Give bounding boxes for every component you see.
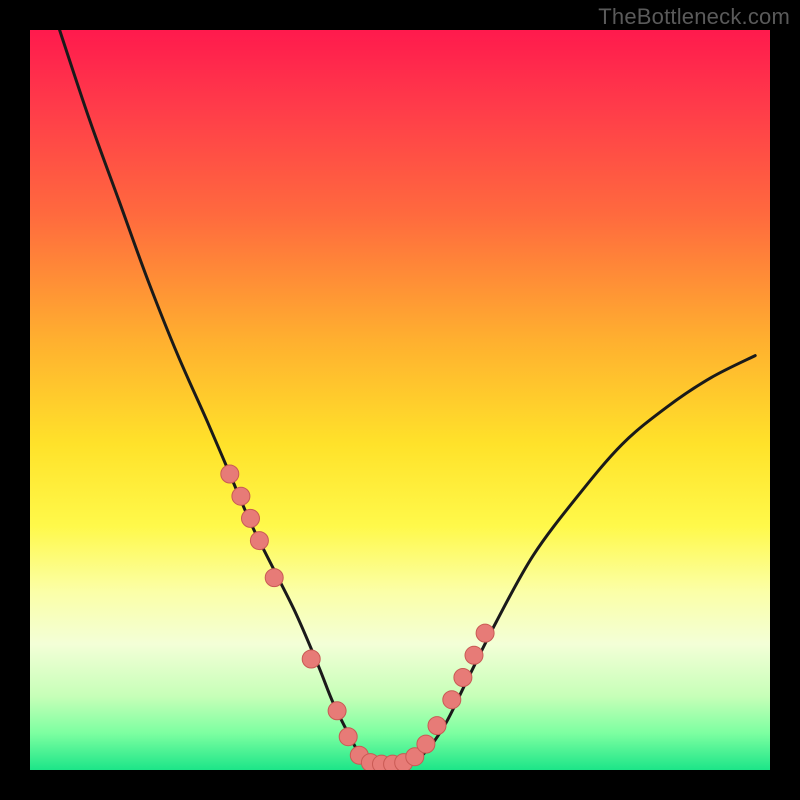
attribution-text: TheBottleneck.com <box>598 4 790 30</box>
sample-dot <box>221 465 239 483</box>
sample-dots-group <box>221 465 494 770</box>
sample-dot <box>465 646 483 664</box>
sample-dot <box>454 669 472 687</box>
sample-dot <box>428 717 446 735</box>
sample-dot <box>339 728 357 746</box>
sample-dot <box>250 532 268 550</box>
bottleneck-curve <box>60 30 756 767</box>
sample-dot <box>328 702 346 720</box>
sample-dot <box>476 624 494 642</box>
sample-dot <box>302 650 320 668</box>
sample-dot <box>417 735 435 753</box>
sample-dot <box>443 691 461 709</box>
sample-dot <box>242 509 260 527</box>
sample-dot <box>232 487 250 505</box>
sample-dot <box>265 569 283 587</box>
